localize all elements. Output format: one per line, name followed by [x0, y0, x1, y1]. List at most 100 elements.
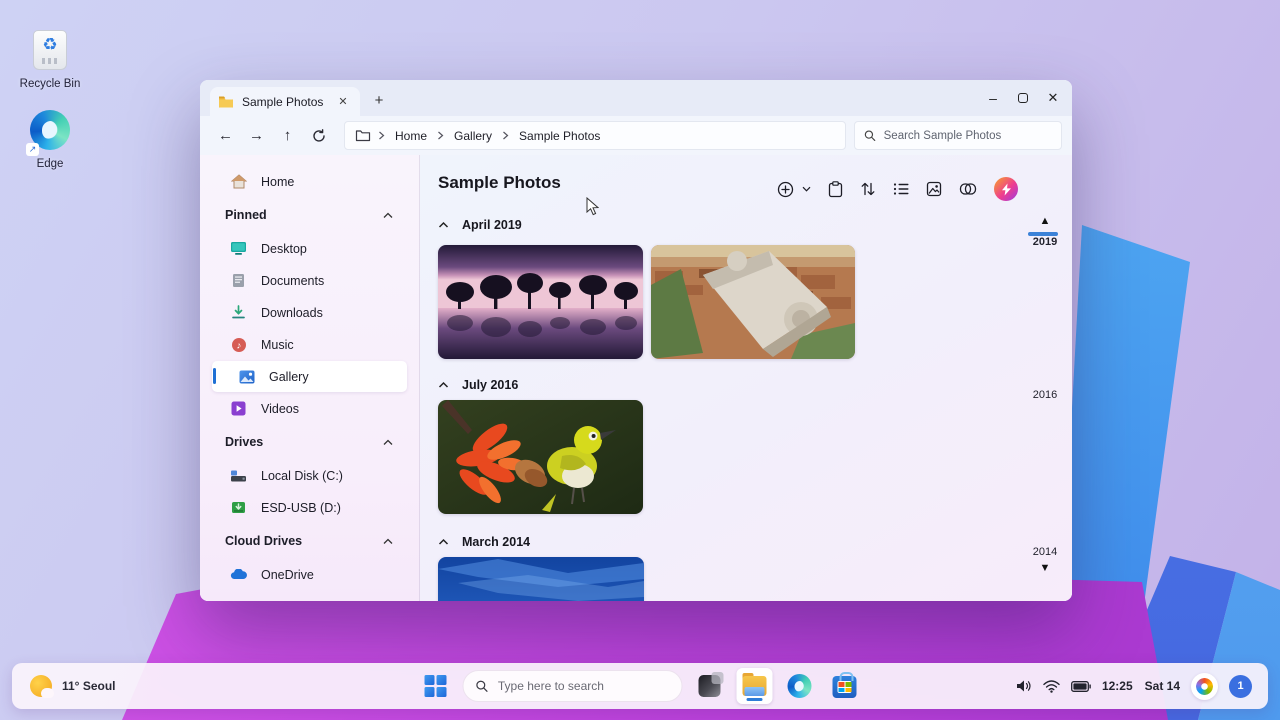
- folder-outline-icon: [355, 129, 371, 142]
- collapse-chevron-icon[interactable]: [438, 535, 449, 549]
- photo-thumbnail[interactable]: [651, 245, 855, 359]
- start-button[interactable]: [418, 668, 454, 704]
- sidebar-item-label: Local Disk (C:): [261, 469, 343, 483]
- file-explorer-window: Sample Photos ✕ + – ✕ ← → ↑: [200, 80, 1072, 601]
- back-button[interactable]: ←: [210, 121, 241, 151]
- timeline-up-arrow[interactable]: ▲: [1026, 215, 1064, 227]
- system-tray: 12:25 Sat 14 1: [1016, 673, 1252, 700]
- weather-widget[interactable]: 11° Seoul: [30, 675, 116, 697]
- timeline-year-2014[interactable]: 2014: [1026, 546, 1064, 558]
- chevron-down-icon: [802, 186, 811, 192]
- group-label: March 2014: [462, 535, 530, 549]
- copilot-button[interactable]: [959, 181, 977, 197]
- timeline-scrubber: ▲ 2019 2016 2014 ▼: [1026, 155, 1072, 601]
- folder-icon: [218, 95, 234, 109]
- sidebar-item-local-disk[interactable]: Local Disk (C:): [212, 460, 407, 491]
- sidebar-item-documents[interactable]: Documents: [212, 265, 407, 296]
- titlebar[interactable]: Sample Photos ✕ + – ✕: [200, 80, 1072, 116]
- sort-button[interactable]: [860, 181, 876, 197]
- photo-thumbnail[interactable]: [438, 245, 643, 359]
- local-disk-icon: [230, 467, 247, 484]
- photo-thumbnail[interactable]: [438, 557, 644, 601]
- desktop-icon-recycle-bin[interactable]: ♻ Recycle Bin: [14, 28, 86, 90]
- sidebar-section-pinned[interactable]: Pinned: [200, 198, 419, 232]
- breadcrumb-item-gallery[interactable]: Gallery: [451, 127, 495, 145]
- edge-taskbar-button[interactable]: [782, 668, 818, 704]
- collapse-chevron-icon[interactable]: [438, 218, 449, 232]
- taskbar-search-input[interactable]: [498, 679, 670, 693]
- close-button[interactable]: ✕: [1038, 83, 1068, 113]
- search-icon: [476, 679, 488, 693]
- explorer-search[interactable]: [854, 121, 1062, 150]
- content-toolbar: [777, 177, 1018, 201]
- timeline-down-arrow[interactable]: ▼: [1026, 562, 1064, 574]
- store-taskbar-button[interactable]: [827, 668, 863, 704]
- sidebar-item-label: Desktop: [261, 242, 307, 256]
- windows-logo-icon: [425, 675, 447, 697]
- designer-button[interactable]: [994, 177, 1018, 201]
- new-tab-button[interactable]: +: [366, 88, 392, 114]
- desktop-icon-label: Recycle Bin: [14, 78, 86, 90]
- group-header-march-2014: March 2014: [438, 530, 1072, 554]
- tray-date: Sat 14: [1145, 679, 1180, 693]
- photo-thumbnail[interactable]: [438, 400, 643, 514]
- sidebar-section-cloud-drives[interactable]: Cloud Drives: [200, 524, 419, 558]
- volume-icon[interactable]: [1016, 679, 1032, 693]
- breadcrumb-item-home[interactable]: Home: [392, 127, 430, 145]
- sidebar-section-drives[interactable]: Drives: [200, 425, 419, 459]
- weather-location: Seoul: [83, 679, 116, 693]
- group-header-july-2016: July 2016: [438, 373, 1072, 397]
- microsoft-store-icon: [833, 676, 857, 698]
- edge-icon: [788, 674, 812, 698]
- file-explorer-icon: [743, 676, 767, 696]
- photo-toggle-button[interactable]: [926, 181, 942, 197]
- sidebar-item-downloads[interactable]: Downloads: [212, 297, 407, 328]
- sidebar-item-usb-drive[interactable]: ESD-USB (D:): [212, 492, 407, 523]
- copilot-icon: [1196, 678, 1213, 695]
- copilot-icon: [959, 181, 977, 197]
- view-button[interactable]: [893, 182, 909, 196]
- collapse-chevron-icon[interactable]: [438, 378, 449, 392]
- breadcrumb-item-sample-photos[interactable]: Sample Photos: [516, 127, 603, 145]
- notification-badge[interactable]: 1: [1229, 675, 1252, 698]
- timeline-year-2019[interactable]: 2019: [1026, 236, 1064, 248]
- explorer-tab[interactable]: Sample Photos ✕: [210, 87, 360, 116]
- sidebar-item-onedrive[interactable]: OneDrive: [212, 559, 407, 590]
- chevron-right-icon: [378, 131, 385, 140]
- forward-button[interactable]: →: [241, 121, 272, 151]
- timeline-year-2016[interactable]: 2016: [1026, 389, 1064, 401]
- tray-time: 12:25: [1102, 679, 1133, 693]
- minimize-button[interactable]: –: [978, 83, 1008, 113]
- refresh-button[interactable]: [303, 121, 334, 151]
- taskbar-search[interactable]: [463, 670, 683, 702]
- tab-close-button[interactable]: ✕: [334, 93, 352, 111]
- chevron-up-icon[interactable]: [383, 534, 393, 548]
- file-explorer-taskbar-button[interactable]: [737, 668, 773, 704]
- explorer-search-input[interactable]: [884, 130, 1052, 142]
- copilot-tray-button[interactable]: [1191, 673, 1218, 700]
- battery-icon[interactable]: [1071, 681, 1091, 692]
- task-view-button[interactable]: [692, 668, 728, 704]
- new-dropdown-button[interactable]: [802, 186, 811, 192]
- sidebar-item-videos[interactable]: Videos: [212, 393, 407, 424]
- wifi-icon[interactable]: [1043, 680, 1060, 693]
- task-view-icon: [699, 675, 721, 697]
- chevron-up-icon[interactable]: [383, 208, 393, 222]
- group-label: July 2016: [462, 378, 518, 392]
- sidebar-item-label: Gallery: [269, 370, 309, 384]
- sidebar-item-home[interactable]: Home: [212, 166, 407, 197]
- paste-button[interactable]: [828, 181, 843, 198]
- clock[interactable]: 12:25 Sat 14: [1102, 679, 1180, 693]
- onedrive-icon: [230, 566, 247, 583]
- sidebar-item-label: Documents: [261, 274, 324, 288]
- section-label: Pinned: [225, 208, 267, 222]
- desktop-icon-edge[interactable]: ↗ Edge: [14, 108, 86, 170]
- sidebar-item-music[interactable]: ♪ Music: [212, 329, 407, 360]
- chevron-up-icon[interactable]: [383, 435, 393, 449]
- new-button[interactable]: [777, 181, 794, 198]
- sidebar-item-desktop[interactable]: Desktop: [212, 233, 407, 264]
- up-button[interactable]: ↑: [272, 121, 303, 151]
- breadcrumb[interactable]: Home Gallery Sample Photos: [344, 121, 846, 150]
- sidebar-item-gallery[interactable]: Gallery: [212, 361, 407, 392]
- maximize-button[interactable]: [1008, 83, 1038, 113]
